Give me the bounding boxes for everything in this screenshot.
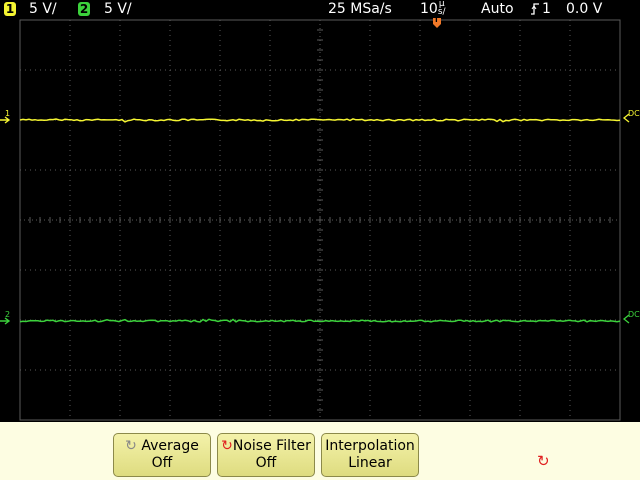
- softkey-bar: ↻ Average Off ↻Noise Filter Off Interpol…: [0, 422, 640, 480]
- average-softkey[interactable]: ↻ Average Off: [113, 433, 211, 477]
- ch1-scale[interactable]: 5 V/: [29, 0, 57, 18]
- ch1-badge[interactable]: 1: [4, 2, 16, 16]
- ch1-trace: [19, 118, 621, 123]
- timebase-number: 10: [420, 1, 438, 17]
- interpolation-label: Interpolation: [325, 438, 415, 454]
- ch2-coupling-marker: DC: [622, 310, 640, 324]
- timebase-unit: µ s/: [437, 0, 446, 17]
- ch1-coupling-marker: DC: [622, 109, 640, 123]
- waveform-traces: [19, 118, 621, 323]
- ch2-scale[interactable]: 5 V/: [104, 0, 132, 18]
- noise-filter-label: Noise Filter: [232, 438, 311, 454]
- interpolation-softkey[interactable]: Interpolation Linear: [321, 433, 419, 477]
- ch2-coupling-label: DC: [628, 310, 640, 319]
- sample-rate: 25 MSa/s: [328, 1, 392, 17]
- ch1-coupling-label: DC: [628, 109, 640, 118]
- rising-edge-icon: [530, 0, 540, 18]
- timebase-unit-bottom: s/: [437, 7, 446, 17]
- status-bar: 1 5 V/ 2 5 V/ 25 MSa/s 10 µ s/ Auto 1 0.0 …: [0, 0, 640, 18]
- average-value: Off: [151, 455, 173, 471]
- noise-filter-value: Off: [255, 455, 277, 471]
- trigger-position-marker[interactable]: T: [432, 16, 442, 28]
- ch1-ground-marker[interactable]: 1: [0, 109, 14, 126]
- trigger-source[interactable]: 1: [542, 0, 551, 18]
- timebase-value[interactable]: 10 µ s/: [420, 0, 446, 18]
- ch2-trace: [19, 318, 621, 323]
- average-label: Average: [141, 438, 199, 454]
- noise-filter-softkey[interactable]: ↻Noise Filter Off: [217, 433, 315, 477]
- waveform-display[interactable]: T 1 2 DC DC: [0, 16, 640, 422]
- trigger-position-label: T: [434, 16, 439, 24]
- knob-icon: ↻: [221, 438, 233, 454]
- trigger-level[interactable]: 0.0 V: [566, 0, 602, 18]
- ch2-ground-marker[interactable]: 2: [0, 310, 14, 327]
- trigger-mode[interactable]: Auto: [481, 0, 514, 18]
- knob-icon: ↻: [125, 438, 137, 454]
- interpolation-value: Linear: [348, 455, 392, 471]
- ch2-badge[interactable]: 2: [78, 2, 90, 16]
- entry-knob-icon: ↻: [537, 452, 550, 470]
